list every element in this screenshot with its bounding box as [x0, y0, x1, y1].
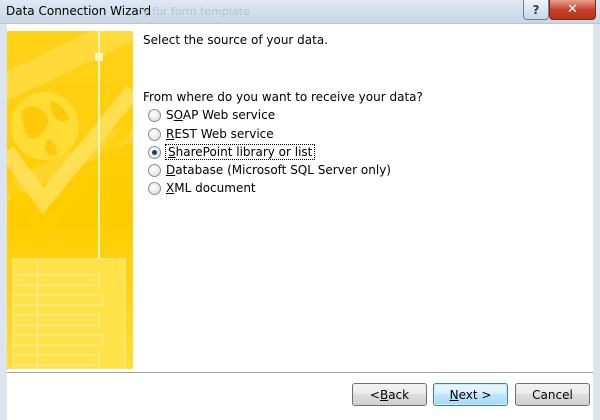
back-button-label: ack [388, 387, 410, 402]
radio-soap[interactable] [148, 108, 161, 122]
option-label-database: Database (Microsoft SQL Server only) [166, 163, 391, 177]
help-button[interactable]: ? [523, 0, 549, 20]
option-soap-web-service[interactable]: SOAP Web service [148, 106, 448, 124]
page-heading: Select the source of your data. [143, 33, 329, 47]
help-icon: ? [532, 2, 540, 17]
option-sharepoint-library[interactable]: SharePoint library or list [148, 143, 448, 161]
option-xml-document[interactable]: XML document [148, 179, 448, 197]
option-rest-web-service[interactable]: REST Web service [148, 125, 448, 143]
footer-separator [7, 372, 593, 374]
wizard-banner-art [7, 31, 133, 369]
option-label-xml: XML document [166, 181, 256, 195]
background-window-title: ty for form template [138, 5, 250, 18]
globe-checkmark-art [7, 31, 133, 369]
radio-sharepoint[interactable] [148, 145, 161, 159]
back-button-arrow: < [369, 387, 380, 402]
option-label-sharepoint: SharePoint library or list [165, 144, 316, 160]
radio-xml[interactable] [148, 181, 161, 195]
title-bar: Data Connection Wizard ty for form templ… [0, 0, 600, 24]
option-label-soap: SOAP Web service [166, 108, 276, 122]
radio-rest[interactable] [148, 127, 161, 141]
next-button[interactable]: Next > [433, 383, 508, 406]
window-title: Data Connection Wizard [6, 4, 152, 18]
option-database[interactable]: Database (Microsoft SQL Server only) [148, 161, 448, 179]
back-button-access-key: B [379, 387, 389, 402]
option-label-rest: REST Web service [166, 127, 274, 141]
back-button[interactable]: < Back [352, 383, 427, 406]
cancel-button[interactable]: Cancel [515, 383, 590, 406]
next-button-label: ext > [458, 387, 492, 402]
radio-database[interactable] [148, 163, 161, 177]
source-question-label: From where do you want to receive your d… [143, 90, 423, 104]
close-button[interactable]: ✕ [549, 0, 596, 20]
next-button-access-key: N [449, 387, 459, 402]
close-icon: ✕ [567, 2, 578, 17]
